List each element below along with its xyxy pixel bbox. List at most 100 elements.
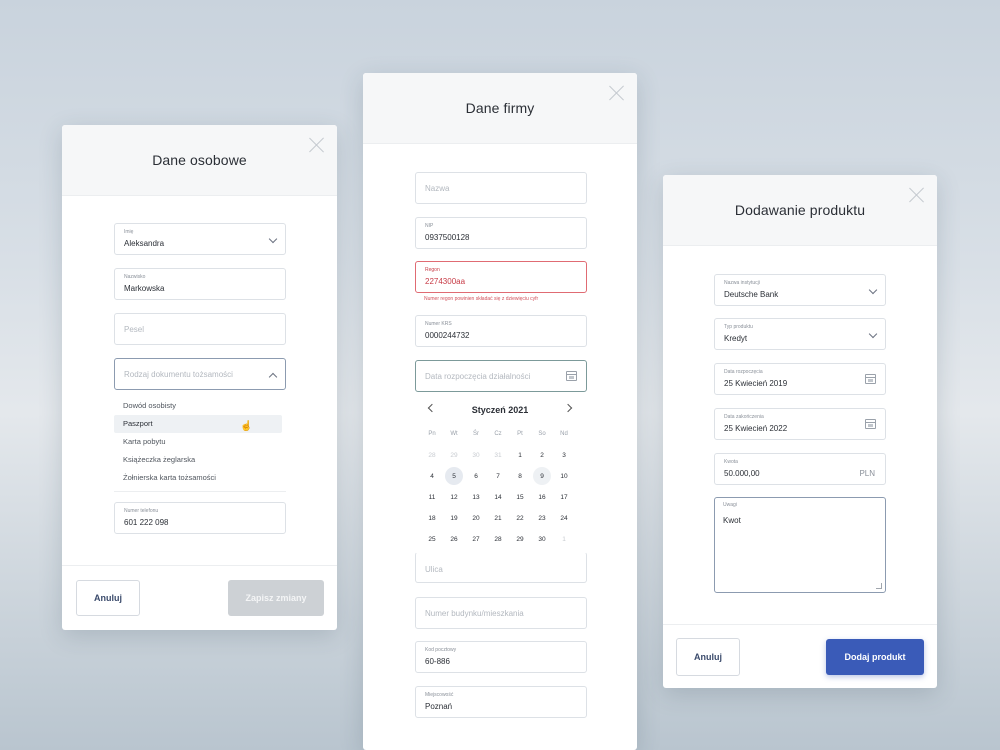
calendar-day[interactable]: 29: [511, 530, 529, 548]
notes-label: Uwagi: [723, 502, 737, 508]
close-icon[interactable]: [309, 137, 325, 153]
card-header: Dane firmy: [363, 73, 637, 144]
calendar-day[interactable]: 1: [555, 530, 573, 548]
divider: [114, 491, 286, 492]
nip-input[interactable]: NIP 0937500128: [415, 217, 587, 249]
calendar-day[interactable]: 24: [555, 509, 573, 527]
add-product-button[interactable]: Dodaj produkt: [826, 639, 924, 675]
close-icon[interactable]: [609, 85, 625, 101]
dropdown-option[interactable]: Paszport: [114, 415, 282, 433]
card-title: Dodawanie produktu: [734, 202, 866, 218]
postal-code-input[interactable]: Kod pocztowy 60-886: [415, 641, 587, 673]
field-placeholder: Rodzaj dokumentu tożsamości: [124, 370, 233, 379]
calendar-day[interactable]: 25: [423, 530, 441, 548]
dropdown-option[interactable]: Książeczka żeglarska: [114, 451, 282, 469]
calendar-day[interactable]: 23: [533, 509, 551, 527]
calendar-day[interactable]: 11: [423, 488, 441, 506]
end-date-input[interactable]: Data zakończenia 25 Kwiecień 2022: [714, 408, 886, 440]
field-label: Miejscowość: [425, 692, 454, 698]
start-date-input[interactable]: Data rozpoczęcia 25 Kwiecień 2019: [714, 363, 886, 395]
phone-input[interactable]: Numer telefonu 601 222 098: [114, 502, 286, 534]
field-value: Poznań: [425, 702, 453, 711]
calendar-grid: Pn Wt Śr Cz Pt So Nd 28 29 30 31 1 2 3 4 5 6 7 8 9 10 11 12 13 1…: [421, 424, 575, 550]
cancel-button[interactable]: Anuluj: [76, 580, 140, 616]
field-value: Aleksandra: [124, 239, 165, 248]
notes-textarea[interactable]: [714, 497, 886, 593]
field-value: 25 Kwiecień 2022: [724, 424, 788, 433]
start-date-input[interactable]: Data rozpoczęcia działalności: [415, 360, 587, 392]
first-name-select[interactable]: Imię Aleksandra: [114, 223, 286, 255]
resize-handle-icon[interactable]: [876, 583, 882, 589]
field-label: Data zakończenia: [724, 414, 764, 420]
calendar-day[interactable]: 4: [423, 467, 441, 485]
close-icon[interactable]: [909, 187, 925, 203]
field-label: NIP: [425, 223, 434, 229]
calendar-day[interactable]: 17: [555, 488, 573, 506]
calendar-day[interactable]: 27: [467, 530, 485, 548]
calendar-day[interactable]: 5: [445, 467, 463, 485]
calendar-day[interactable]: 22: [511, 509, 529, 527]
calendar-day[interactable]: 20: [467, 509, 485, 527]
last-name-input[interactable]: Nazwisko Markowska: [114, 268, 286, 300]
calendar-day[interactable]: 2: [533, 446, 551, 464]
dropdown-option[interactable]: Żołnierska karta tożsamości: [114, 469, 282, 487]
dropdown-option[interactable]: Karta pobytu: [114, 433, 282, 451]
calendar-day[interactable]: 15: [511, 488, 529, 506]
field-label: Typ produktu: [724, 324, 753, 330]
calendar-day[interactable]: 30: [533, 530, 551, 548]
street-input[interactable]: Ulica: [415, 552, 587, 583]
calendar-day[interactable]: 28: [423, 446, 441, 464]
field-placeholder: Data rozpoczęcia działalności: [425, 372, 531, 381]
calendar-day[interactable]: 28: [489, 530, 507, 548]
city-input[interactable]: Miejscowość Poznań: [415, 686, 587, 718]
field-value: 2274300aa: [425, 277, 466, 286]
field-placeholder: Numer budynku/mieszkania: [425, 609, 524, 618]
calendar-day[interactable]: 31: [489, 446, 507, 464]
field-label: Numer telefonu: [124, 508, 159, 514]
product-type-select[interactable]: Typ produktu Kredyt: [714, 318, 886, 350]
institution-select[interactable]: Nazwa instytucji Deutsche Bank: [714, 274, 886, 306]
calendar-day[interactable]: 29: [445, 446, 463, 464]
calendar-day[interactable]: 6: [467, 467, 485, 485]
calendar-day[interactable]: 26: [445, 530, 463, 548]
calendar-day[interactable]: 21: [489, 509, 507, 527]
pesel-input[interactable]: Pesel: [114, 313, 286, 345]
calendar-day[interactable]: 30: [467, 446, 485, 464]
weekday-label: Pn: [428, 431, 436, 437]
calendar-day[interactable]: 12: [445, 488, 463, 506]
calendar-day[interactable]: 14: [489, 488, 507, 506]
calendar-day[interactable]: 8: [511, 467, 529, 485]
company-name-input[interactable]: Nazwa: [415, 172, 587, 204]
field-value: 50.000,00: [724, 469, 760, 478]
calendar-day[interactable]: 1: [511, 446, 529, 464]
dropdown-option[interactable]: Dowód osobisty: [114, 397, 282, 415]
calendar-icon[interactable]: [865, 374, 876, 384]
calendar-day[interactable]: 18: [423, 509, 441, 527]
cursor-icon: ☝: [240, 421, 253, 432]
regon-input[interactable]: Regon 2274300aa: [415, 261, 587, 293]
calendar-month: Styczeń 2021: [471, 405, 529, 415]
krs-input[interactable]: Numer KRS 0000244732: [415, 315, 587, 347]
field-value: 25 Kwiecień 2019: [724, 379, 788, 388]
calendar-icon[interactable]: [566, 371, 577, 381]
cancel-button[interactable]: Anuluj: [676, 638, 740, 676]
amount-input[interactable]: Kwota 50.000,00 PLN: [714, 453, 886, 485]
calendar-day[interactable]: 16: [533, 488, 551, 506]
save-changes-button[interactable]: Zapisz zmiany: [228, 580, 324, 616]
calendar-day[interactable]: 19: [445, 509, 463, 527]
chevron-down-icon: [868, 285, 878, 295]
chevron-up-icon: [268, 372, 278, 382]
building-number-input[interactable]: Numer budynku/mieszkania: [415, 597, 587, 629]
calendar-day[interactable]: 10: [555, 467, 573, 485]
field-label: Kod pocztowy: [425, 647, 457, 653]
calendar-day[interactable]: 7: [489, 467, 507, 485]
calendar-icon[interactable]: [865, 419, 876, 429]
calendar-day[interactable]: 3: [555, 446, 573, 464]
calendar-day[interactable]: 9: [533, 467, 551, 485]
calendar-day[interactable]: 13: [467, 488, 485, 506]
card-company-data: Dane firmy Nazwa NIP 0937500128 Regon 22…: [363, 73, 637, 750]
document-type-select[interactable]: Rodzaj dokumentu tożsamości: [114, 358, 286, 390]
weekday-label: Śr: [473, 431, 479, 437]
field-value: Markowska: [124, 284, 165, 293]
field-value: 0937500128: [425, 233, 470, 242]
